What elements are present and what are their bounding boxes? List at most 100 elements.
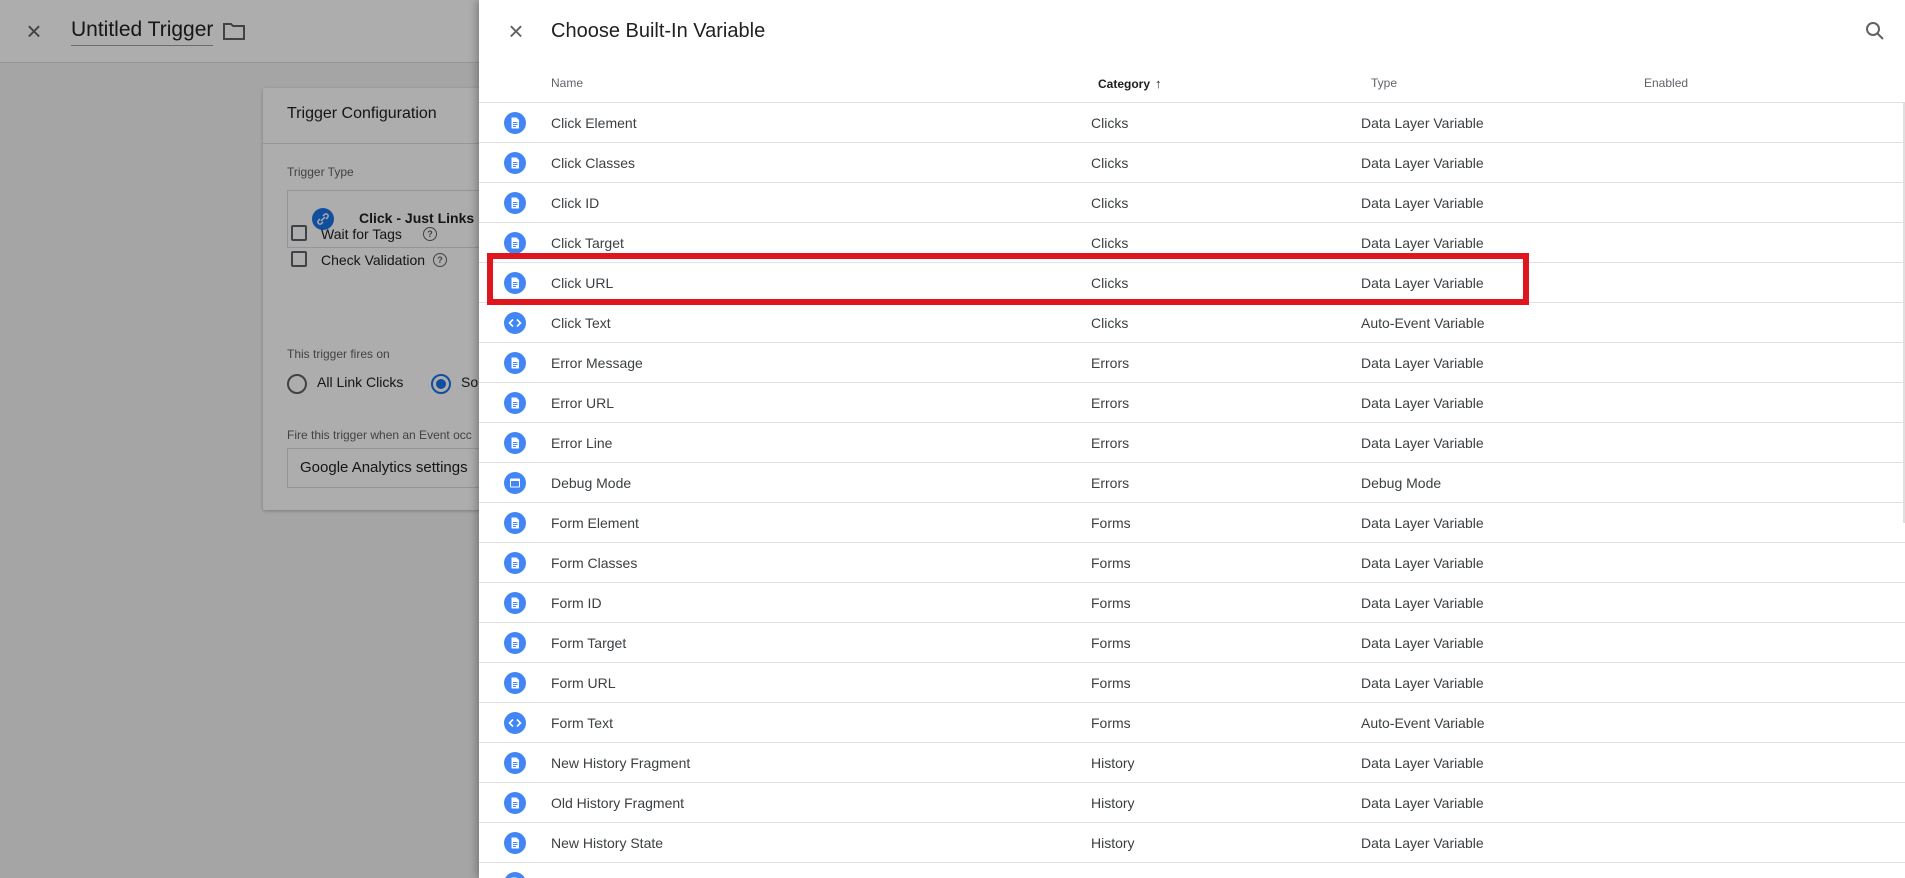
window-icon [504,472,526,494]
variable-name: Old History Fragment [551,795,685,811]
table-row[interactable]: New History Fragment History Data Layer Va… [479,743,1905,783]
table-row[interactable]: Click Text Clicks Auto-Event Variable [479,303,1905,343]
document-icon [504,832,526,854]
variable-category: Forms [1091,555,1131,571]
table-row[interactable]: Click Classes Clicks Data Layer Variable [479,143,1905,183]
variable-name: Error Line [551,435,613,451]
variable-category: Errors [1091,395,1130,411]
variable-type: Data Layer Variable [1361,795,1484,811]
variable-type: Data Layer Variable [1361,355,1484,371]
sort-ascending-icon: ↑ [1155,76,1162,91]
variable-name: Form Classes [551,555,638,571]
variable-type: Auto-Event Variable [1361,715,1485,731]
variable-type: Data Layer Variable [1361,115,1484,131]
variable-type: Data Layer Variable [1361,635,1484,651]
document-icon [504,672,526,694]
table-row[interactable]: Form URL Forms Data Layer Variable [479,663,1905,703]
variable-name: Form URL [551,675,616,691]
document-icon [504,592,526,614]
column-header-name[interactable]: Name [551,76,583,90]
document-icon [504,432,526,454]
table-row[interactable]: Old History Fragment History Data Layer Va… [479,783,1905,823]
document-icon [504,392,526,414]
variable-type: Data Layer Variable [1361,435,1484,451]
variable-type: Data Layer Variable [1361,515,1484,531]
variable-type: Data Layer Variable [1361,835,1484,851]
variable-type: Data Layer Variable [1361,235,1484,251]
table-row[interactable]: Error URL Errors Data Layer Variable [479,383,1905,423]
variable-type: Data Layer Variable [1361,275,1484,291]
document-icon [504,152,526,174]
table-row[interactable]: New History State History Data Layer Varia… [479,823,1905,863]
variable-category: Forms [1091,635,1131,651]
variable-type: Debug Mode [1361,475,1442,491]
table-row[interactable]: Click URL Clicks Data Layer Variable [479,263,1905,303]
variable-name: Form Text [551,715,613,731]
document-icon [504,272,526,294]
variable-category: Clicks [1091,115,1129,131]
table-row[interactable]: Debug Mode Errors Debug Mode [479,463,1905,503]
document-icon [504,192,526,214]
variable-category: Clicks [1091,155,1129,171]
variable-type: Auto-Event Variable [1361,315,1485,331]
variable-category: Errors [1091,475,1130,491]
document-icon [504,112,526,134]
variable-category: Forms [1091,595,1131,611]
variable-name: Click Element [551,115,637,131]
variable-category: History [1091,835,1135,851]
document-icon [504,352,526,374]
variable-name: Form Element [551,515,639,531]
document-icon [504,872,526,878]
choose-built-in-variable-panel: × Choose Built-In Variable Name Category… [479,0,1905,878]
document-icon [504,752,526,774]
variable-name: Click Text [551,315,611,331]
variable-category: Forms [1091,715,1131,731]
variable-category: Errors [1091,355,1130,371]
variable-category: Clicks [1091,275,1129,291]
document-icon [504,792,526,814]
table-header: Name Category ↑ Type Enabled [479,67,1905,103]
variable-name: Form Target [551,635,627,651]
table-row[interactable]: Error Message Errors Data Layer Variable [479,343,1905,383]
document-icon [504,552,526,574]
variable-type: Data Layer Variable [1361,675,1484,691]
variable-name: Click Target [551,235,624,251]
variable-type: Data Layer Variable [1361,595,1484,611]
variable-category: History [1091,755,1135,771]
variable-type: Data Layer Variable [1361,195,1484,211]
variable-category: Clicks [1091,235,1129,251]
panel-title: Choose Built-In Variable [551,20,766,42]
table-row[interactable]: Form Element Forms Data Layer Variable [479,503,1905,543]
table-row[interactable]: Old History StateHistoryData Layer Varia… [479,863,1905,878]
table-row[interactable]: Click Element Clicks Data Layer Variable [479,103,1905,143]
variable-category: Clicks [1091,195,1129,211]
variable-table-body: Click Element Clicks Data Layer Variable Cl… [479,103,1905,878]
variable-name: Debug Mode [551,475,632,491]
document-icon [504,512,526,534]
variable-category: Forms [1091,675,1131,691]
column-header-category-label: Category [1098,77,1151,91]
variable-name: New History State [551,835,664,851]
variable-type: Data Layer Variable [1361,755,1484,771]
table-row[interactable]: Click ID Clicks Data Layer Variable [479,183,1905,223]
variable-type: Data Layer Variable [1361,395,1484,411]
variable-name: Click Classes [551,155,636,171]
column-header-type[interactable]: Type [1371,76,1397,90]
variable-category: Forms [1091,515,1131,531]
table-row[interactable]: Form Target Forms Data Layer Variable [479,623,1905,663]
table-row[interactable]: Form Text Forms Auto-Event Variable [479,703,1905,743]
search-icon[interactable] [1863,19,1887,43]
column-header-enabled[interactable]: Enabled [1644,76,1688,90]
table-row[interactable]: Error Line Errors Data Layer Variable [479,423,1905,463]
variable-category: Errors [1091,435,1130,451]
table-row[interactable]: Form ID Forms Data Layer Variable [479,583,1905,623]
variable-type: Data Layer Variable [1361,555,1484,571]
variable-category: History [1091,795,1135,811]
column-header-category[interactable]: Category ↑ [1098,76,1162,91]
variable-name: Click URL [551,275,614,291]
close-icon[interactable]: × [504,18,528,44]
table-row[interactable]: Click Target Clicks Data Layer Variable [479,223,1905,263]
table-row[interactable]: Form Classes Forms Data Layer Variable [479,543,1905,583]
variable-name: Error Message [551,355,643,371]
variable-name: New History Fragment [551,755,691,771]
